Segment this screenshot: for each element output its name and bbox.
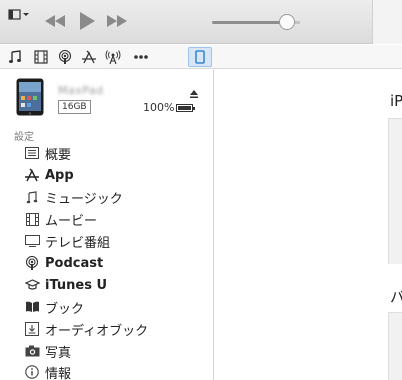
sidebar-item-tv-shows[interactable]: テレビ番組 [24,231,210,251]
sidebar-item-books[interactable]: ブック [24,297,210,317]
volume-slider-track[interactable] [212,21,287,24]
sidebar-item-label: 情報 [45,366,72,380]
player-toolbar [0,0,402,44]
podcast-icon [24,255,40,271]
app-icon [24,167,40,183]
sidebar-item-photos[interactable]: 写真 [24,341,210,361]
sidebar-item-label: 写真 [45,345,72,361]
app-store-icon[interactable] [80,49,98,65]
device-info-panel [388,118,402,264]
device-model-heading: iP [390,92,402,110]
ipad-thumbnail-icon [16,78,44,116]
battery-percentage: 100% [143,101,175,114]
sidebar-item-music[interactable]: ミュージック [24,187,210,207]
sidebar-item-label: 概要 [45,147,72,163]
sidebar-item-movies[interactable]: ムービー [24,209,210,229]
backup-heading: バ [390,288,402,306]
media-type-bar [0,45,402,69]
ipad-device-icon[interactable] [188,47,212,67]
itunes-u-icon [24,277,40,293]
capacity-badge: 16GB [58,100,91,114]
info-icon [24,364,40,380]
battery-icon [176,104,195,112]
sidebar-item-label: App [45,167,74,183]
sidebar-item-app[interactable]: App [24,165,210,185]
sidebar-item-label: ブック [45,301,85,317]
camera-icon [24,343,40,359]
volume-slider-thumb[interactable] [279,14,295,30]
fast-forward-icon[interactable] [106,13,128,32]
sidebar-item-label: オーディオブック [45,323,149,339]
sidebar-item-info[interactable]: 情報 [24,362,210,380]
movie-icon [24,211,40,227]
sidebar-item-label: Podcast [45,255,104,271]
device-sidebar: MaxPad 16GB 100% 設定 概要 App ミュージック ムービー テ… [0,70,214,380]
sidebar-item-summary[interactable]: 概要 [24,143,210,163]
sidebar-item-label: ミュージック [45,191,123,207]
summary-icon [24,145,40,161]
sidebar-item-label: iTunes U [45,277,108,293]
radio-antenna-icon[interactable] [104,49,122,65]
sidebar-item-podcast[interactable]: Podcast [24,253,210,273]
tv-icon [24,233,40,249]
music-note-icon[interactable] [6,49,24,65]
play-icon[interactable] [78,11,96,35]
sidebar-item-audiobooks[interactable]: オーディオブック [24,319,210,339]
settings-section-label: 設定 [14,132,34,143]
rewind-icon[interactable] [44,13,66,32]
podcast-icon[interactable] [56,49,74,65]
sidebar-item-label: テレビ番組 [45,235,111,251]
film-icon[interactable] [32,49,50,65]
device-name[interactable]: MaxPad [58,84,104,97]
audiobook-icon [24,321,40,337]
sidebar-item-label: ムービー [45,213,98,229]
backup-panel [388,312,402,380]
eject-icon[interactable] [189,84,199,103]
book-icon [24,299,40,315]
more-icon[interactable] [132,49,150,65]
sidebar-menu-icon[interactable] [8,8,32,22]
sidebar-item-itunes-u[interactable]: iTunes U [24,275,210,295]
lcd-display-edge [372,0,402,44]
music-icon [24,189,40,205]
